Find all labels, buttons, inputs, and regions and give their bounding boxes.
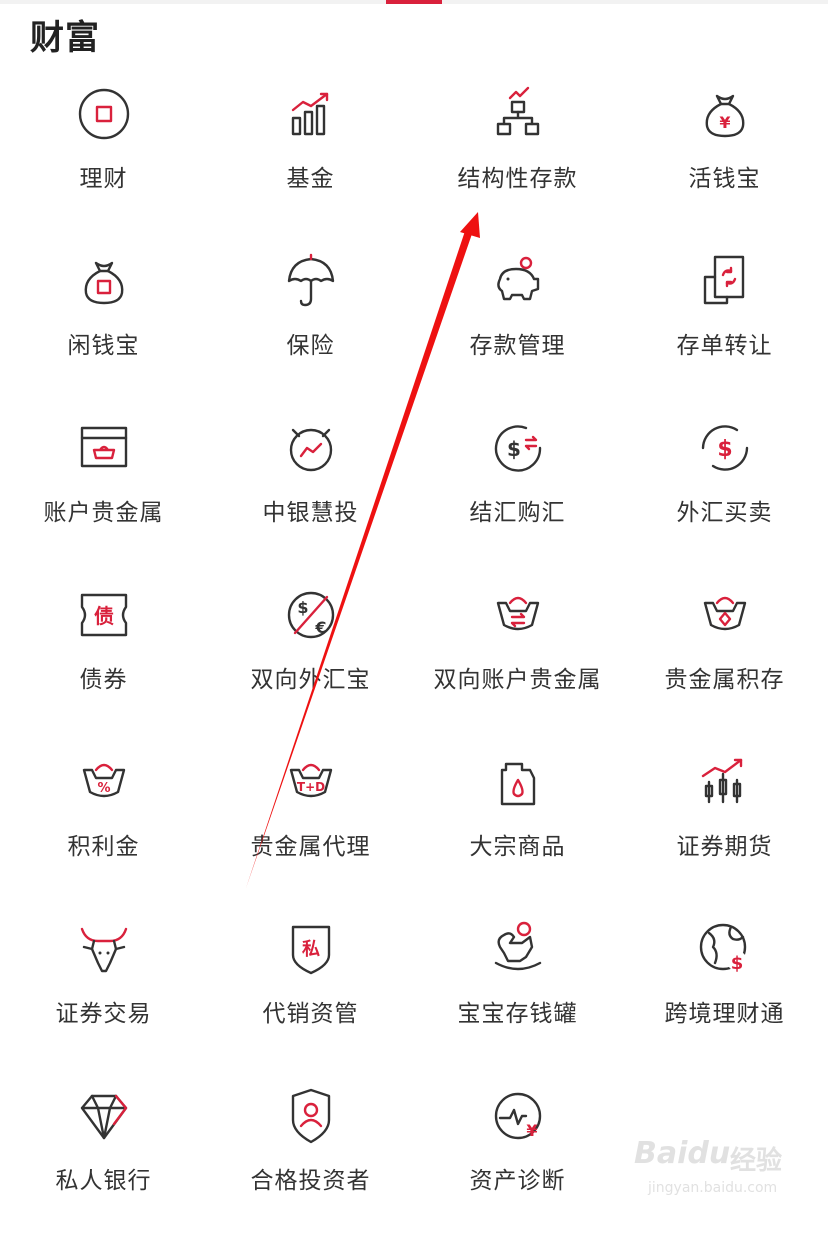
dollar-euro-icon: $ € [279, 583, 343, 647]
candlestick-icon [693, 750, 757, 814]
dollar-cycle-icon: $ [693, 416, 757, 480]
bull-icon [72, 917, 136, 981]
section-title: 财富 [30, 18, 100, 58]
grid-item-label: 基金 [286, 166, 335, 192]
private-shield-icon: 私 [279, 917, 343, 981]
grid-item[interactable]: 基金 [207, 78, 414, 245]
person-shield-icon [279, 1084, 343, 1148]
grid-item[interactable]: 账户贵金属 [0, 412, 207, 579]
bar-trend-icon [279, 82, 343, 146]
gold-ingot-exchange-icon [486, 583, 550, 647]
svg-text:私: 私 [302, 939, 320, 960]
grid-item-label: 保险 [286, 333, 335, 359]
grid-item[interactable]: 双向账户贵金属 [414, 579, 621, 746]
svg-text:T+D: T+D [296, 780, 324, 794]
grid-item-label: 外汇买卖 [676, 500, 773, 526]
grid-item-label: 宝宝存钱罐 [457, 1001, 578, 1027]
svg-text:债: 债 [94, 604, 114, 628]
grid-item-label: 贵金属代理 [250, 834, 371, 860]
grid-item-label: 中银慧投 [262, 500, 359, 526]
grid-item[interactable]: 贵金属积存 [621, 579, 828, 746]
diamond-icon [72, 1084, 136, 1148]
grid-item-label: 双向账户贵金属 [433, 667, 602, 693]
umbrella-icon [279, 249, 343, 313]
svg-text:$: $ [730, 953, 743, 974]
grid-item-label: 积利金 [67, 834, 140, 860]
grid-item[interactable]: 保险 [207, 245, 414, 412]
gold-ingot-percent-icon: % [72, 750, 136, 814]
rocking-horse-icon [486, 917, 550, 981]
grid-item-label: 证券交易 [55, 1001, 152, 1027]
grid-item[interactable]: $ € 双向外汇宝 [207, 579, 414, 746]
grid-item[interactable]: ¥ 活钱宝 [621, 78, 828, 245]
grid-item-label: 双向外汇宝 [250, 667, 371, 693]
grid-item[interactable]: 宝宝存钱罐 [414, 913, 621, 1080]
grid-item[interactable]: 闲钱宝 [0, 245, 207, 412]
money-bag-yen-icon: ¥ [693, 82, 757, 146]
active-tab-indicator [386, 0, 442, 4]
grid-item[interactable]: $ 跨境理财通 [621, 913, 828, 1080]
grid-item[interactable]: 大宗商品 [414, 746, 621, 913]
grid-item-label: 合格投资者 [250, 1168, 371, 1194]
svg-text:$: $ [717, 437, 732, 462]
grid-item[interactable]: 理财 [0, 78, 207, 245]
grid-item-label: 活钱宝 [688, 166, 761, 192]
gold-ingot-diamond-icon [693, 583, 757, 647]
grid-item[interactable]: 中银慧投 [207, 412, 414, 579]
grid-item-label: 代销资管 [262, 1001, 359, 1027]
grid-item[interactable]: 债债券 [0, 579, 207, 746]
globe-dollar-icon: $ [693, 917, 757, 981]
wealth-grid: 理财 基金 结构性存款 ¥ 活钱宝闲钱宝 保险 存款管理 存单转让账户贵金属 中银慧投 $ 结汇购汇… [0, 78, 828, 1247]
grid-item-label: 私人银行 [55, 1168, 152, 1194]
grid-item[interactable]: % 积利金 [0, 746, 207, 913]
grid-item-label: 大宗商品 [469, 834, 566, 860]
grid-item-label: 结构性存款 [457, 166, 578, 192]
grid-item[interactable]: $ 外汇买卖 [621, 412, 828, 579]
money-bag-square-icon [72, 249, 136, 313]
svg-text:%: % [97, 781, 110, 796]
grid-item-label: 存单转让 [676, 333, 773, 359]
grid-item-label: 贵金属积存 [664, 667, 785, 693]
grid-item[interactable]: $ 结汇购汇 [414, 412, 621, 579]
bond-ticket-icon: 债 [72, 583, 136, 647]
oil-can-icon [486, 750, 550, 814]
svg-text:¥: ¥ [719, 113, 730, 132]
svg-text:$: $ [507, 437, 521, 461]
grid-item-label: 账户贵金属 [43, 500, 164, 526]
gold-ingot-td-icon: T+D [279, 750, 343, 814]
grid-item-label: 债券 [79, 667, 128, 693]
grid-item[interactable]: 证券交易 [0, 913, 207, 1080]
grid-item-label: 证券期货 [676, 834, 773, 860]
circle-square-icon [72, 82, 136, 146]
svg-text:$: $ [297, 598, 308, 617]
grid-item-label: 资产诊断 [469, 1168, 566, 1194]
pulse-yen-icon: ¥ [486, 1084, 550, 1148]
gold-box-icon [72, 416, 136, 480]
alarm-trend-icon [279, 416, 343, 480]
piggy-bank-icon [486, 249, 550, 313]
structure-icon [486, 82, 550, 146]
grid-item[interactable]: 结构性存款 [414, 78, 621, 245]
grid-item[interactable]: 私代销资管 [207, 913, 414, 1080]
grid-item[interactable]: 证券期货 [621, 746, 828, 913]
dollar-exchange-icon: $ [486, 416, 550, 480]
grid-item-label: 闲钱宝 [67, 333, 140, 359]
grid-item-label: 跨境理财通 [664, 1001, 785, 1027]
grid-item[interactable]: T+D 贵金属代理 [207, 746, 414, 913]
svg-text:¥: ¥ [526, 1121, 537, 1140]
grid-item-label: 理财 [79, 166, 128, 192]
grid-item[interactable]: 存单转让 [621, 245, 828, 412]
grid-item-label: 存款管理 [469, 333, 566, 359]
grid-item[interactable]: 存款管理 [414, 245, 621, 412]
grid-item-label: 结汇购汇 [469, 500, 566, 526]
certificate-transfer-icon [693, 249, 757, 313]
svg-text:€: € [314, 618, 326, 637]
